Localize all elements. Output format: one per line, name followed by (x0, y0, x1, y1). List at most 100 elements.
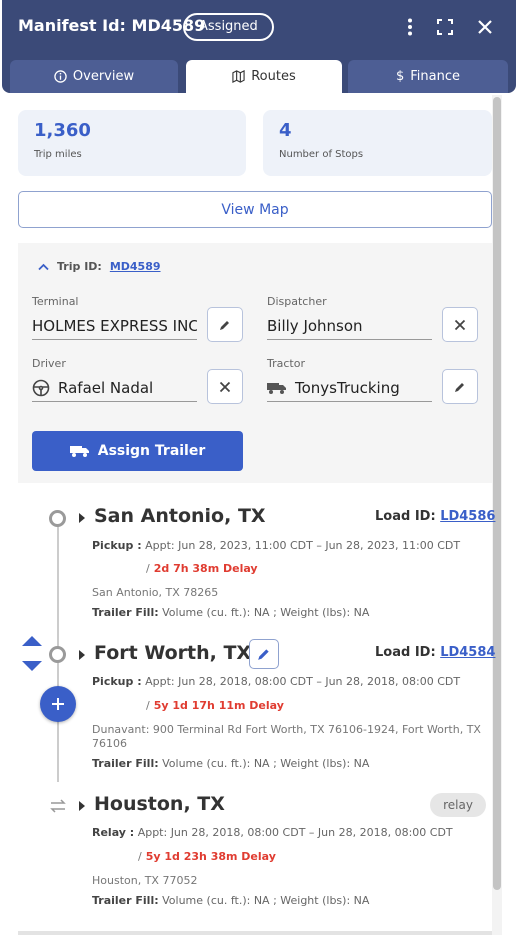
stop-marker (49, 646, 66, 663)
dispatcher-label: Dispatcher (267, 295, 327, 308)
driver-label: Driver (32, 357, 66, 370)
terminal-label: Terminal (32, 295, 79, 308)
edit-terminal-button[interactable] (207, 307, 243, 342)
stop-appt: Appt: Jun 28, 2023, 11:00 CDT – Jun 28, … (145, 539, 461, 552)
stop-marker (49, 510, 66, 527)
stop-type-label: Pickup : (92, 539, 142, 552)
stop-appointment: Relay : Appt: Jun 28, 2018, 08:00 CDT – … (92, 826, 453, 839)
load-id-label: Load ID: (375, 509, 436, 524)
more-vertical-icon[interactable] (399, 16, 421, 38)
move-stop-down-icon[interactable] (22, 661, 42, 671)
edit-tractor-button[interactable] (442, 369, 478, 404)
manifest-title: Manifest Id: MD4589 (18, 16, 206, 35)
fullscreen-icon[interactable] (434, 16, 456, 38)
relay-badge: relay (430, 793, 486, 817)
stat-card-trip-miles: 1,360 Trip miles (18, 110, 246, 176)
close-icon[interactable] (474, 16, 496, 38)
stop-delay: /2d 7h 38m Delay (146, 562, 258, 575)
trip-details-panel: Trip ID: MD4589 Terminal HOLMES EXPRESS … (18, 243, 492, 483)
tractor-value: TonysTrucking (295, 378, 400, 397)
stop-delay-text: 2d 7h 38m Delay (153, 562, 258, 575)
stop-appointment: Pickup : Appt: Jun 28, 2023, 11:00 CDT –… (92, 539, 460, 552)
trip-id-link[interactable]: MD4589 (110, 260, 161, 273)
trailer-fill-value: Volume (cu. ft.): NA ; Weight (lbs): NA (162, 757, 370, 770)
stop-city: San Antonio, TX (94, 505, 266, 527)
stop-address: Houston, TX 77052 (92, 874, 198, 887)
pencil-icon (220, 320, 229, 330)
expand-stop-icon[interactable] (79, 650, 85, 660)
stop-delay: /5y 1d 23h 38m Delay (138, 850, 276, 863)
tab-overview-label: Overview (72, 69, 135, 84)
terminal-value: HOLMES EXPRESS INC (32, 316, 197, 335)
load-id: Load ID: LD4584 (375, 645, 495, 660)
scrollbar-thumb[interactable] (493, 97, 501, 890)
terminal-field[interactable]: HOLMES EXPRESS INC (32, 312, 197, 340)
trip-miles-label: Trip miles (34, 149, 82, 160)
close-icon (219, 381, 231, 392)
trip-id-row[interactable]: Trip ID: MD4589 (38, 260, 161, 273)
clear-dispatcher-button[interactable] (442, 307, 478, 342)
stat-card-stops: 4 Number of Stops (263, 110, 492, 176)
plus-icon (52, 698, 64, 710)
stop-address: San Antonio, TX 78265 (92, 586, 219, 599)
edit-stop-button[interactable] (249, 639, 279, 669)
chevron-up-icon[interactable] (38, 263, 49, 271)
clear-driver-button[interactable] (207, 369, 243, 404)
tab-routes-label: Routes (251, 69, 296, 84)
load-id: Load ID: LD4586 (375, 509, 495, 524)
stop-type-label: Relay : (92, 826, 135, 839)
trailer-fill-value: Volume (cu. ft.): NA ; Weight (lbs): NA (162, 894, 370, 907)
stop-type-label: Pickup : (92, 675, 142, 688)
pencil-icon (455, 382, 464, 392)
stop-delay-text: 5y 1d 23h 38m Delay (145, 850, 276, 863)
dispatcher-field[interactable]: Billy Johnson (267, 312, 432, 340)
assign-trailer-label: Assign Trailer (97, 443, 206, 459)
trip-miles-value: 1,360 (34, 120, 91, 141)
tractor-label: Tractor (267, 357, 305, 370)
tab-routes[interactable]: Routes (186, 60, 342, 93)
driver-field[interactable]: Rafael Nadal (32, 374, 197, 402)
next-section-edge (18, 931, 492, 935)
move-stop-up-icon[interactable] (22, 636, 42, 646)
relay-icon (49, 798, 67, 817)
tab-finance-label: Finance (410, 69, 460, 84)
truck-icon (69, 446, 89, 457)
trailer-fill-label: Trailer Fill: (92, 757, 159, 770)
trailer-fill-value: Volume (cu. ft.): NA ; Weight (lbs): NA (162, 606, 370, 619)
stop-city: Houston, TX (94, 793, 225, 815)
stop-appt: Appt: Jun 28, 2018, 08:00 CDT – Jun 28, … (137, 826, 453, 839)
load-id-label: Load ID: (375, 645, 436, 660)
stops-count-value: 4 (279, 120, 292, 141)
trailer-fill: Trailer Fill: Volume (cu. ft.): NA ; Wei… (92, 757, 369, 770)
load-id-link[interactable]: LD4586 (440, 509, 495, 524)
stop-appointment: Pickup : Appt: Jun 28, 2018, 08:00 CDT –… (92, 675, 460, 688)
tab-finance[interactable]: $ Finance (348, 60, 508, 93)
view-map-button[interactable]: View Map (18, 191, 492, 228)
load-id-link[interactable]: LD4584 (440, 645, 495, 660)
tab-overview[interactable]: Overview (10, 60, 178, 93)
dispatcher-value: Billy Johnson (267, 316, 363, 335)
stop-city: Fort Worth, TX (94, 642, 252, 664)
trailer-fill-label: Trailer Fill: (92, 606, 159, 619)
tractor-field[interactable]: TonysTrucking (267, 374, 432, 402)
stops-count-label: Number of Stops (279, 149, 364, 160)
trailer-fill: Trailer Fill: Volume (cu. ft.): NA ; Wei… (92, 894, 369, 907)
dollar-icon: $ (395, 69, 405, 84)
expand-stop-icon[interactable] (79, 801, 85, 811)
assign-trailer-button[interactable]: Assign Trailer (32, 431, 243, 471)
trip-id-label: Trip ID: (57, 260, 102, 273)
trailer-fill: Trailer Fill: Volume (cu. ft.): NA ; Wei… (92, 606, 369, 619)
add-stop-button[interactable] (40, 686, 76, 722)
close-icon (454, 319, 466, 330)
map-icon (232, 70, 245, 83)
expand-stop-icon[interactable] (79, 513, 85, 523)
info-icon (54, 70, 67, 83)
truck-icon (267, 382, 286, 394)
steering-wheel-icon (32, 379, 50, 396)
driver-value: Rafael Nadal (58, 378, 154, 397)
trailer-fill-label: Trailer Fill: (92, 894, 159, 907)
manifest-header: Manifest Id: MD4589 Assigned Overview Ro… (2, 0, 516, 93)
status-badge: Assigned (183, 13, 274, 41)
stop-delay-text: 5y 1d 17h 11m Delay (153, 699, 284, 712)
stop-appt: Appt: Jun 28, 2018, 08:00 CDT – Jun 28, … (145, 675, 461, 688)
